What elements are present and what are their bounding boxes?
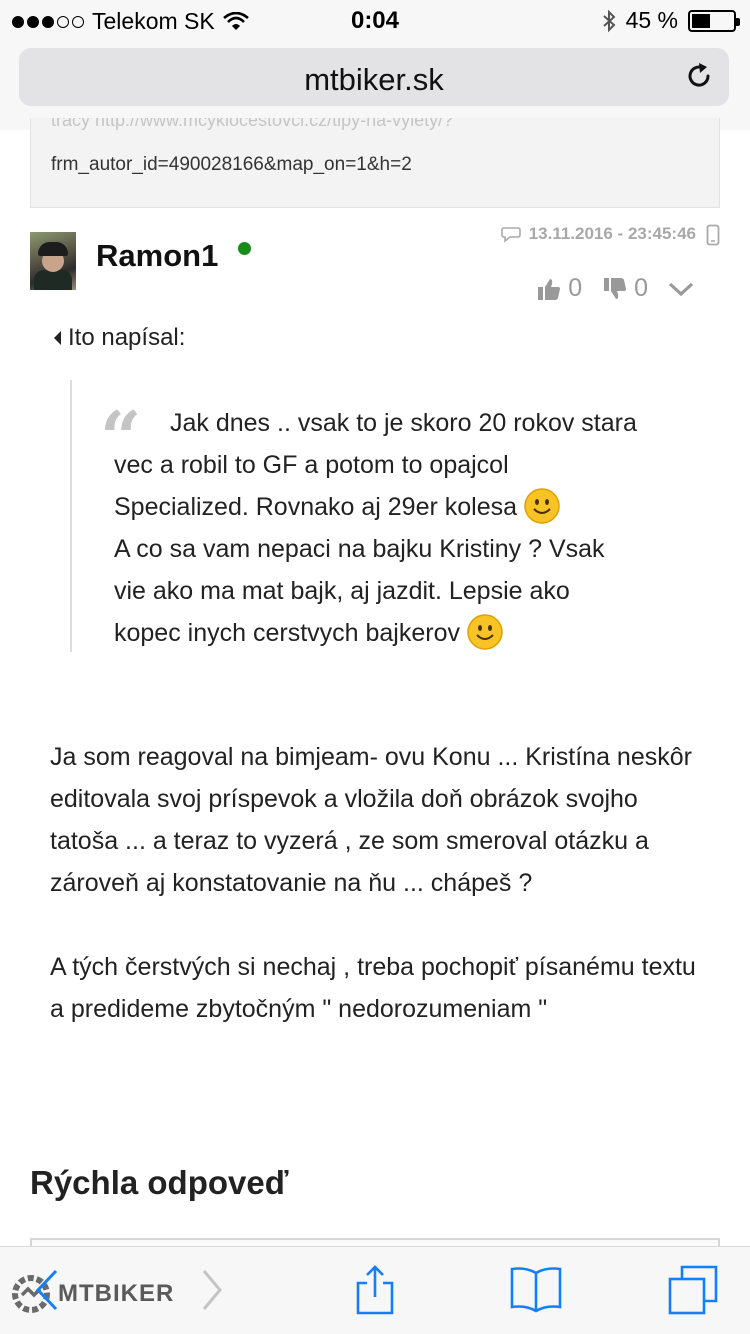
- quote-line: vec a robil to GF a potom to opajcol: [114, 451, 509, 479]
- quote-line: Specialized. Rovnako aj 29er kolesa: [114, 493, 518, 521]
- address-bar[interactable]: mtbiker.sk: [19, 48, 729, 106]
- back-icon[interactable]: [22, 1263, 72, 1317]
- smiley-icon: [524, 488, 560, 524]
- battery-fill: [692, 13, 710, 28]
- previous-post-link[interactable]: frm_autor_id=490028166&map_on=1&h=2: [51, 154, 412, 176]
- thumbs-down-icon[interactable]: [602, 276, 628, 302]
- post-paragraph: A tých čerstvých si nechaj , treba pocho…: [50, 953, 696, 1023]
- likes-count: 0: [568, 274, 583, 302]
- online-status-icon: [238, 242, 251, 255]
- tabs-icon[interactable]: [666, 1263, 722, 1317]
- smiley-icon: [467, 614, 503, 650]
- quote-author[interactable]: Ito napísal:: [52, 324, 185, 352]
- thumbs-up-icon[interactable]: [536, 276, 562, 302]
- quote-line-with-smiley: Specialized. Rovnako aj 29er kolesa: [114, 486, 704, 528]
- comment-icon: [500, 227, 521, 243]
- post-timestamp: 13.11.2016 - 23:45:46: [528, 224, 696, 243]
- watermark-text: MTBIKER: [58, 1280, 175, 1307]
- browser-toolbar: MTBIKER: [0, 1246, 750, 1334]
- caret-left-icon: [54, 331, 61, 345]
- quick-reply-title: Rýchla odpoveď: [30, 1164, 289, 1201]
- previous-post: tracy http://www.mcyklocestovci.cz/tipy-…: [30, 118, 720, 208]
- page-content: tracy http://www.mcyklocestovci.cz/tipy-…: [0, 118, 750, 1248]
- battery-percent: 45 %: [625, 7, 678, 33]
- quote-line: vie ako ma mat bajk, aj jazdit. Lepsie a…: [114, 577, 570, 605]
- url-text[interactable]: mtbiker.sk: [19, 62, 729, 98]
- quote-block: “ Jak dnes .. vsak to je skoro 20 rokov …: [70, 380, 710, 652]
- quote-author-label: Ito napísal:: [68, 324, 186, 351]
- vote-controls: 0 0: [536, 274, 694, 303]
- post-meta: 13.11.2016 - 23:45:46: [500, 224, 696, 244]
- previous-post-clipped-text: tracy http://www.mcyklocestovci.cz/tipy-…: [51, 118, 454, 130]
- quote-line: kopec inych cerstvych bajkerov: [114, 619, 460, 647]
- mobile-icon: [706, 224, 720, 246]
- status-bar: Telekom SK 0:04 45 %: [0, 0, 750, 40]
- share-icon[interactable]: [350, 1263, 400, 1317]
- forward-icon[interactable]: [186, 1263, 236, 1317]
- chevron-down-icon[interactable]: [668, 280, 694, 298]
- avatar[interactable]: [30, 232, 76, 290]
- quote-line-with-smiley: kopec inych cerstvych bajkerov: [114, 612, 704, 654]
- reload-icon[interactable]: [683, 60, 715, 92]
- post-header: Ramon1 13.11.2016 - 23:45:46 0 0: [30, 224, 720, 310]
- quote-line: Jak dnes .. vsak to je skoro 20 rokov st…: [170, 409, 637, 437]
- dislikes-count: 0: [634, 274, 648, 302]
- browser-chrome: mtbiker.sk: [0, 40, 750, 130]
- post-paragraph: Ja som reagoval na bimjeam- ovu Konu ...…: [50, 743, 692, 897]
- quote-text: Jak dnes .. vsak to je skoro 20 rokov st…: [114, 402, 704, 654]
- bookmarks-icon[interactable]: [508, 1263, 564, 1317]
- post-username[interactable]: Ramon1: [96, 238, 218, 274]
- bluetooth-icon: [602, 9, 616, 32]
- battery-icon: [688, 9, 740, 32]
- post-body: Ja som reagoval na bimjeam- ovu Konu ...…: [50, 736, 710, 1072]
- status-right: 45 %: [602, 7, 740, 34]
- quote-line: A co sa vam nepaci na bajku Kristiny ? V…: [114, 535, 605, 563]
